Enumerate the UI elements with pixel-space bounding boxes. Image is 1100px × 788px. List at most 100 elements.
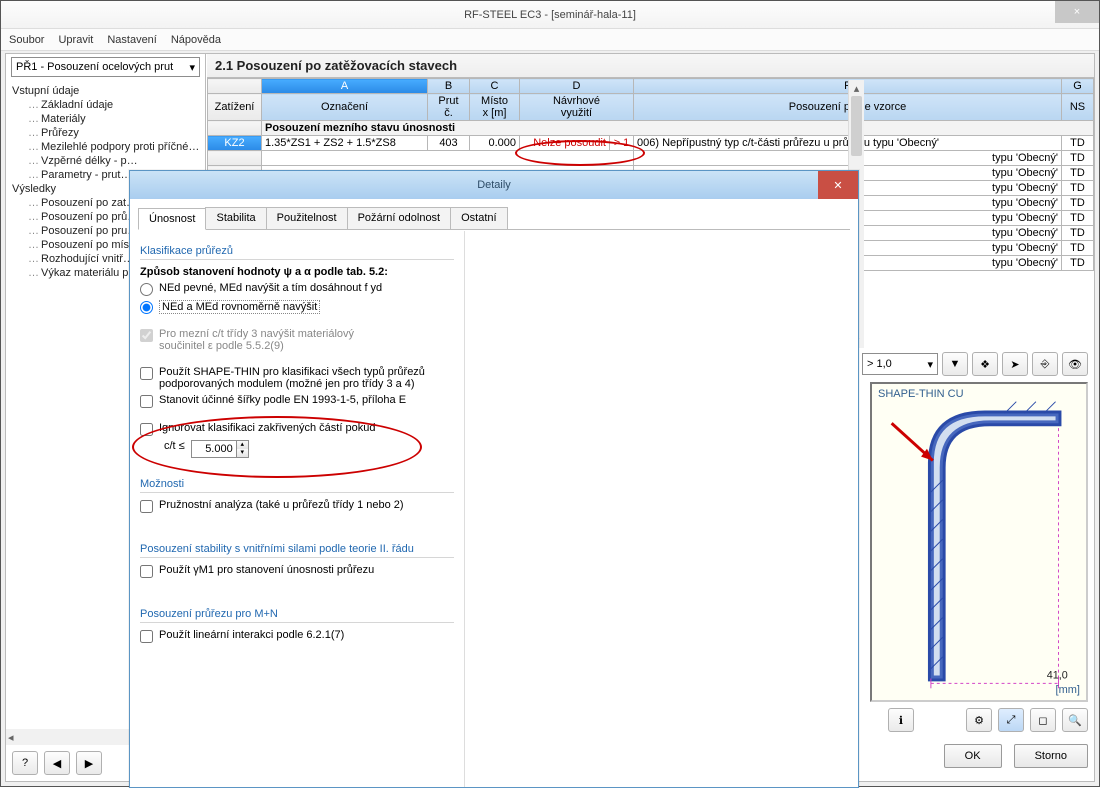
tree-podpory[interactable]: Mezilehlé podpory proti příčné… (8, 140, 203, 154)
cell-ns-8: TD (1062, 256, 1094, 271)
colorize-button[interactable]: ❖ (972, 352, 998, 376)
cell-ns-6: TD (1062, 226, 1094, 241)
radio-opt2-label: NEd a MEd rovnoměrně navýšit (159, 300, 320, 314)
radio-opt2[interactable]: NEd a MEd rovnoměrně navýšit (140, 300, 454, 314)
menu-settings[interactable]: Nastavení (107, 34, 157, 46)
ct-input[interactable] (192, 441, 236, 457)
chk-ucinne-input[interactable] (140, 395, 153, 408)
app-window: RF-STEEL EC3 - [seminář-hala-11] × Soubo… (0, 0, 1100, 787)
next-button[interactable]: ▶ (76, 751, 102, 775)
grid-row-0[interactable]: KZ2 1.35*ZS1 + ZS2 + 1.5*ZS8 403 0.000 N… (208, 136, 1094, 151)
grid-row-1[interactable]: typu 'Obecný'TD (208, 151, 1094, 166)
chk-mezni-label: Pro mezní c/t třídy 3 navýšit materiálov… (159, 328, 354, 352)
menu-edit[interactable]: Upravit (58, 34, 93, 46)
case-select[interactable]: PŘ1 - Posouzení ocelových prut ▾ (11, 57, 200, 77)
section-drawing: 41,0 (872, 384, 1086, 698)
ct-spinner[interactable]: ▴▾ (191, 440, 249, 458)
grp-klasifikace-title: Klasifikace průřezů (140, 245, 454, 257)
tree-materialy[interactable]: Materiály (8, 112, 203, 126)
zoom-button[interactable]: 🔍 (1062, 708, 1088, 732)
col-C[interactable]: C (470, 79, 520, 94)
close-icon: × (1074, 6, 1080, 18)
grp-prurez-title: Posouzení průřezu pro M+N (140, 608, 454, 620)
col-G[interactable]: G (1062, 79, 1094, 94)
frame-button[interactable]: ◻ (1030, 708, 1056, 732)
chk-shapethin[interactable]: Použít SHAPE-THIN pro klasifikaci všech … (140, 366, 454, 390)
dialog-detaily: Detaily ✕ Únosnost Stabilita Použitelnos… (129, 170, 859, 788)
subheader-text: Posouzení mezního stavu únosnosti (262, 121, 1094, 136)
chk-ucinne-sirky[interactable]: Stanovit účinné šířky podle EN 1993-1-5,… (140, 394, 454, 408)
grid-header-names: Zatížení Označení Prut č. Místo x [m] Ná… (208, 94, 1094, 121)
ct-row: c/t ≤ ▴▾ (164, 440, 454, 458)
scroll-thumb[interactable] (851, 96, 862, 156)
hdr-navrh: Návrhové využití (520, 94, 634, 121)
chk-gamma[interactable]: Použít γM1 pro stanovení únosnosti průře… (140, 564, 454, 578)
tab-unosnost[interactable]: Únosnost (138, 208, 206, 230)
case-select-text: PŘ1 - Posouzení ocelových prut (16, 61, 173, 73)
cell-navrh-val: > 1 (610, 136, 634, 151)
dialog-buttons-main: OK Storno (944, 744, 1088, 768)
dialog-body: Klasifikace průřezů Způsob stanovení hod… (130, 231, 858, 787)
tab-pouzitelnost[interactable]: Použitelnost (266, 207, 348, 229)
chk-shapethin-input[interactable] (140, 367, 153, 380)
chk-pruznostni-input[interactable] (140, 500, 153, 513)
menu-help[interactable]: Nápověda (171, 34, 221, 46)
tree-vzperne[interactable]: Vzpěrné délky - p… (8, 154, 203, 168)
spin-down-icon[interactable]: ▾ (236, 449, 248, 457)
window-close-button[interactable]: × (1055, 1, 1099, 23)
help-button[interactable]: ? (12, 751, 38, 775)
tree-prurezy[interactable]: Průřezy (8, 126, 203, 140)
grp-stabilita-title: Posouzení stability s vnitřními silami p… (140, 543, 454, 555)
hdr-zatizeni: Zatížení (208, 94, 262, 121)
chk-pruznostni-label: Pružnostní analýza (také u průřezů třídy… (159, 499, 404, 511)
cell-misto: 0.000 (470, 136, 520, 151)
ratio-combo[interactable]: > 1,0 ▾ (862, 353, 938, 375)
col-D[interactable]: D (520, 79, 634, 94)
next-icon: ▶ (85, 757, 93, 770)
select-button[interactable]: ➤ (1002, 352, 1028, 376)
prev-button[interactable]: ◀ (44, 751, 70, 775)
tab-stabilita[interactable]: Stabilita (205, 207, 266, 229)
col-B[interactable]: B (428, 79, 470, 94)
chk-linearni-input[interactable] (140, 630, 153, 643)
axes-button[interactable]: ⤢ (998, 708, 1024, 732)
filter-button[interactable]: ▼ (942, 352, 968, 376)
dialog-close-button[interactable]: ✕ (818, 171, 858, 199)
grp-moznosti-title: Možnosti (140, 478, 454, 490)
spin-up-icon[interactable]: ▴ (236, 441, 248, 449)
chevron-down-icon: ▾ (927, 358, 933, 371)
menu-file[interactable]: Soubor (9, 34, 44, 46)
tree-zakladni[interactable]: Základní údaje (8, 98, 203, 112)
hdr-oznaceni: Označení (262, 94, 428, 121)
radio-opt2-input[interactable] (140, 301, 153, 314)
gear-button[interactable]: ⚙ (966, 708, 992, 732)
dim-text: 41,0 (1047, 669, 1068, 681)
grp1-caption: Způsob stanovení hodnoty ψ a α podle tab… (140, 266, 454, 278)
chk-mezni[interactable]: Pro mezní c/t třídy 3 navýšit materiálov… (140, 328, 454, 352)
cell-ns: TD (1062, 136, 1094, 151)
radio-opt1[interactable]: NEd pevné, MEd navýšit a tím dosáhnout f… (140, 282, 454, 296)
chk-pruznostni[interactable]: Pružnostní analýza (také u průřezů třídy… (140, 499, 454, 513)
col-A[interactable]: A (262, 79, 428, 94)
chk-ignorovat-input[interactable] (140, 423, 153, 436)
info-button[interactable]: ℹ (888, 708, 914, 732)
zoom-icon: 🔍 (1068, 714, 1082, 727)
storno-button[interactable]: Storno (1014, 744, 1088, 768)
blank-hdr (208, 79, 262, 94)
funnel-icon: ▼ (950, 358, 961, 370)
tab-pozarni[interactable]: Požární odolnost (347, 207, 452, 229)
tree-vstupni[interactable]: Vstupní údaje (8, 84, 203, 98)
close-icon: ✕ (833, 179, 842, 192)
preview-toolbar: ℹ ⚙ ⤢ ◻ 🔍 (888, 708, 1088, 732)
radio-opt1-input[interactable] (140, 283, 153, 296)
ok-button[interactable]: OK (944, 744, 1002, 768)
scroll-up-icon: ▴ (849, 80, 864, 96)
chk-ignorovat[interactable]: Ignorovat klasifikaci zakřivených částí … (140, 422, 454, 436)
goto-button[interactable]: ⎆ (1032, 352, 1058, 376)
dialog-titlebar[interactable]: Detaily ✕ (130, 171, 858, 199)
chk-gamma-input[interactable] (140, 565, 153, 578)
ct-label: c/t ≤ (164, 440, 185, 452)
tab-ostatni[interactable]: Ostatní (450, 207, 507, 229)
chk-linearni[interactable]: Použít lineární interakci podle 6.2.1(7) (140, 629, 454, 643)
view-button[interactable]: 👁 (1062, 352, 1088, 376)
